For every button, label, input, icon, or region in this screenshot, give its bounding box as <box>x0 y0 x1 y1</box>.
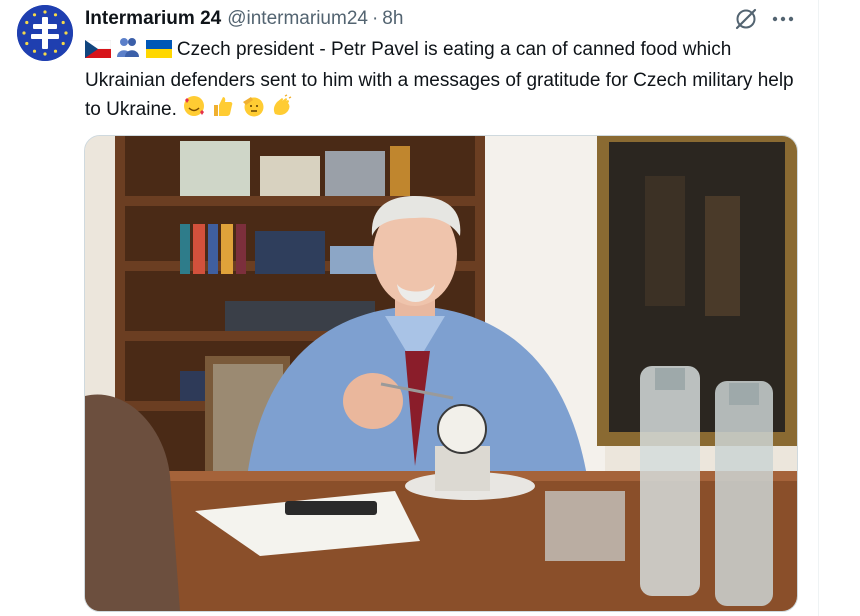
display-name[interactable]: Intermarium 24 <box>85 8 221 30</box>
handle[interactable]: @intermarium24 <box>227 8 368 30</box>
czech-flag-icon <box>84 39 112 67</box>
photo-illustration <box>85 136 797 611</box>
ukraine-flag-icon <box>145 39 172 67</box>
people-hugging-icon <box>116 36 140 67</box>
more-icon[interactable] <box>770 9 796 29</box>
column-divider <box>818 0 819 616</box>
saluting-face-icon <box>241 94 265 127</box>
clapping-hands-icon <box>270 94 294 127</box>
separator: · <box>371 8 379 29</box>
smiling-face-with-hearts-icon <box>182 94 206 127</box>
tweet-photo[interactable] <box>84 135 798 612</box>
tweet-text: Czech president - Petr Pavel is eating a… <box>84 36 805 127</box>
timestamp[interactable]: 8h <box>382 8 403 30</box>
grok-icon[interactable] <box>733 6 759 32</box>
thumbs-up-icon <box>211 94 235 127</box>
avatar[interactable] <box>17 5 73 61</box>
tweet-header: Intermarium 24 @intermarium24 · 8h <box>85 8 403 30</box>
intermarium-logo-icon <box>17 5 73 61</box>
